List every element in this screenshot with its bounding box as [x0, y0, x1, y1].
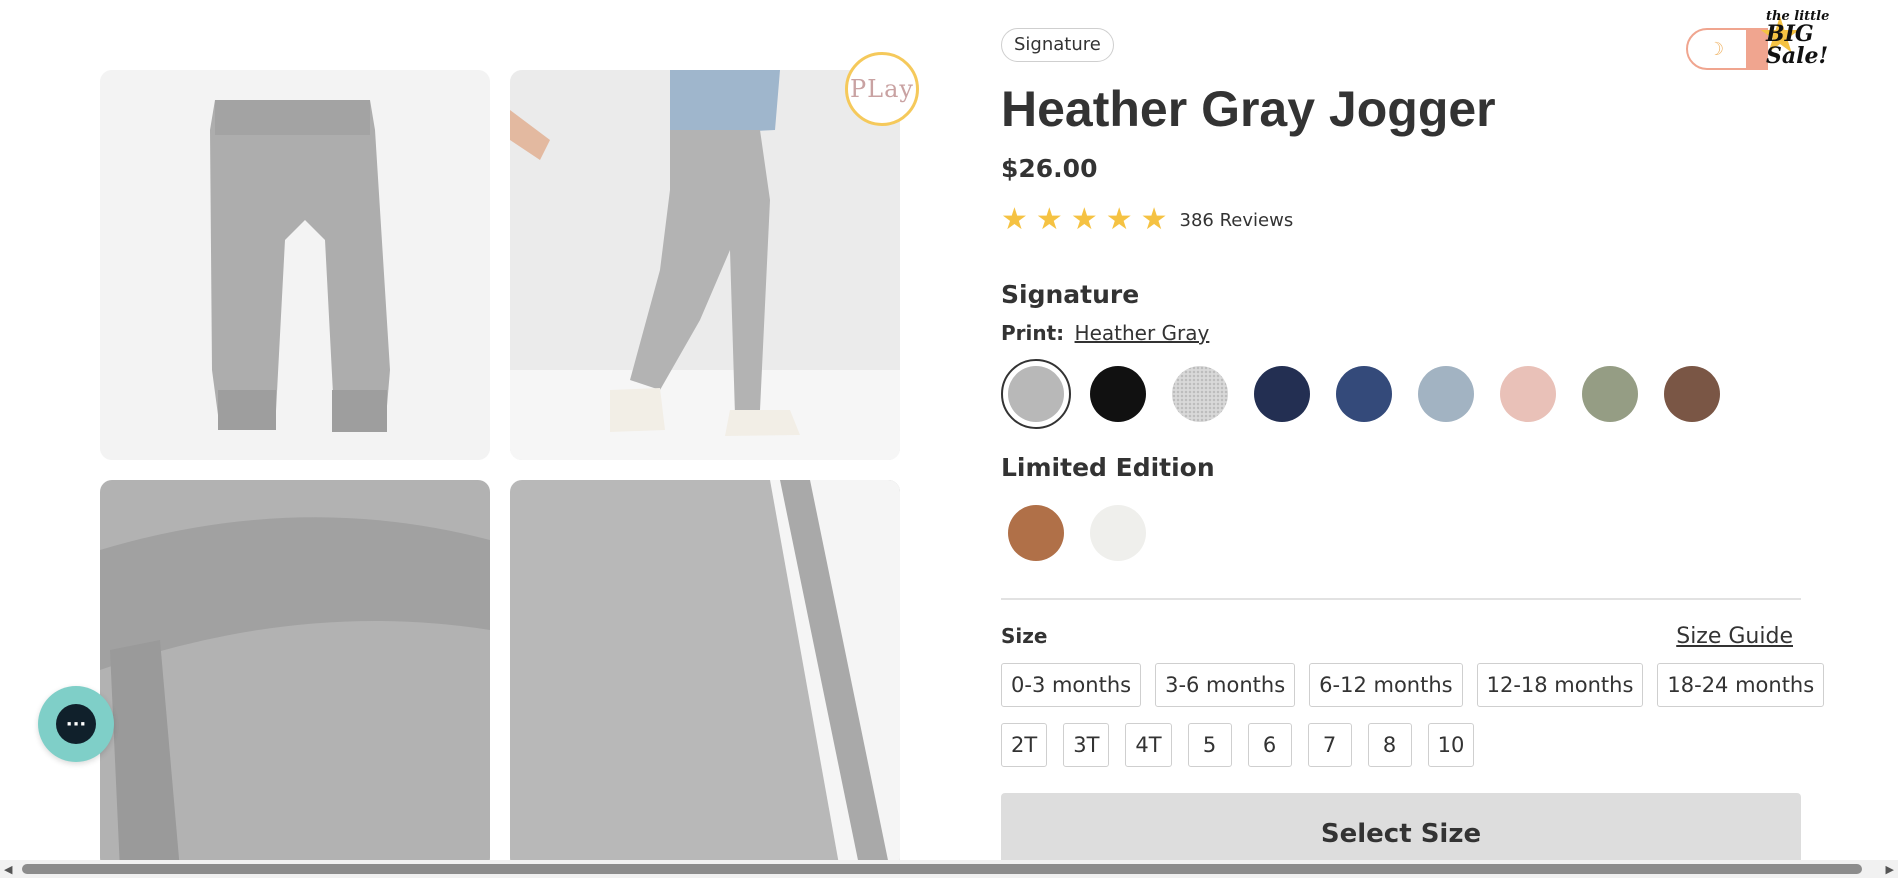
size-option[interactable]: 7: [1307, 723, 1352, 767]
chat-icon-glyph: ···: [65, 713, 87, 735]
star-icon: ★: [1001, 202, 1028, 237]
size-option[interactable]: 8: [1367, 723, 1412, 767]
limited-edition-heading: Limited Edition: [1001, 453, 1215, 482]
product-price: $26.00: [1001, 154, 1098, 183]
swatch-color: [1090, 505, 1146, 561]
size-option[interactable]: 6-12 months: [1309, 663, 1463, 707]
scrollbar-thumb[interactable]: [22, 864, 1862, 874]
size-option[interactable]: 6: [1247, 723, 1292, 767]
horizontal-scrollbar[interactable]: ◀ ▶: [0, 860, 1898, 878]
flat-lay-jogger-image[interactable]: [100, 70, 490, 460]
child-wearing-jogger-image[interactable]: [510, 70, 900, 460]
swatch-color: [1582, 366, 1638, 422]
chat-icon: ···: [56, 704, 96, 744]
promo-badge[interactable]: ☽ the little BIG Sale!: [1686, 10, 1846, 72]
swatch-color: [1664, 366, 1720, 422]
promo-logo: the little BIG Sale!: [1766, 10, 1829, 67]
star-icon: ★: [1140, 202, 1168, 237]
flat-lay-jogger-graphic: [100, 70, 490, 460]
signature-swatch[interactable]: [1493, 359, 1563, 429]
promo-big-text: BIG: [1766, 21, 1814, 47]
moon-icon: ☽: [1708, 39, 1725, 60]
swatch-color: [1008, 366, 1064, 422]
signature-swatch[interactable]: [1411, 359, 1481, 429]
size-guide-link[interactable]: Size Guide: [1676, 624, 1793, 649]
product-gallery: [100, 70, 902, 870]
size-row-2: 2T 3T 4T 5 6 7 8 10: [1001, 723, 1490, 767]
size-option[interactable]: 3-6 months: [1155, 663, 1296, 707]
chat-button[interactable]: ···: [38, 686, 114, 762]
rating[interactable]: ★ ★ ★ ★ ★ 386 Reviews: [1001, 205, 1293, 235]
size-option[interactable]: 0-3 months: [1001, 663, 1142, 707]
star-icon: ★: [1105, 202, 1133, 237]
fabric-closeup-image[interactable]: [510, 480, 900, 870]
signature-swatch[interactable]: [1165, 359, 1235, 429]
star-icon: ★: [1035, 202, 1063, 237]
play-badge[interactable]: PLay: [845, 52, 919, 126]
size-option[interactable]: 12-18 months: [1476, 663, 1644, 707]
size-option[interactable]: 2T: [1001, 723, 1048, 767]
signature-swatch[interactable]: [1329, 359, 1399, 429]
promo-accent: [1748, 28, 1768, 70]
swatch-color: [1418, 366, 1474, 422]
signature-swatch[interactable]: [1247, 359, 1317, 429]
print-value-link[interactable]: Heather Gray: [1075, 321, 1210, 345]
waistband-closeup-image[interactable]: [100, 480, 490, 870]
promo-toggle[interactable]: ☽: [1686, 28, 1748, 70]
waistband-closeup-graphic: [100, 480, 490, 870]
scroll-right-icon[interactable]: ▶: [1886, 863, 1894, 876]
size-option[interactable]: 3T: [1063, 723, 1110, 767]
limited-swatch[interactable]: [1083, 498, 1153, 568]
signature-swatch[interactable]: [1657, 359, 1727, 429]
signature-swatch[interactable]: [1001, 359, 1071, 429]
swatch-color: [1254, 366, 1310, 422]
swatch-color: [1008, 505, 1064, 561]
fabric-closeup-graphic: [510, 480, 900, 870]
swatch-color: [1172, 366, 1228, 422]
signature-swatches: [1001, 359, 1739, 429]
collection-pill: Signature: [1001, 28, 1114, 62]
divider: [1001, 598, 1801, 600]
swatch-color: [1500, 366, 1556, 422]
size-option[interactable]: 10: [1427, 723, 1475, 767]
product-title: Heather Gray Jogger: [1001, 81, 1496, 137]
print-label: Print:: [1001, 321, 1065, 345]
print-line: Print: Heather Gray: [1001, 321, 1209, 345]
child-wearing-jogger-graphic: [510, 70, 900, 460]
size-row-1: 0-3 months 3-6 months 6-12 months 12-18 mon…: [1001, 663, 1838, 707]
reviews-link[interactable]: 386 Reviews: [1180, 210, 1294, 231]
limited-swatch[interactable]: [1001, 498, 1071, 568]
scroll-left-icon[interactable]: ◀: [4, 863, 12, 876]
size-option[interactable]: 4T: [1125, 723, 1172, 767]
limited-swatches: [1001, 498, 1165, 568]
play-badge-label: PLay: [850, 75, 914, 103]
signature-swatch[interactable]: [1083, 359, 1153, 429]
swatch-color: [1090, 366, 1146, 422]
swatch-color: [1336, 366, 1392, 422]
star-icon: ★: [1070, 202, 1098, 237]
promo-sale-text: Sale!: [1766, 43, 1829, 69]
signature-swatch[interactable]: [1575, 359, 1645, 429]
size-option[interactable]: 5: [1187, 723, 1232, 767]
size-label: Size: [1001, 624, 1048, 648]
size-option[interactable]: 18-24 months: [1657, 663, 1825, 707]
signature-heading: Signature: [1001, 280, 1140, 309]
